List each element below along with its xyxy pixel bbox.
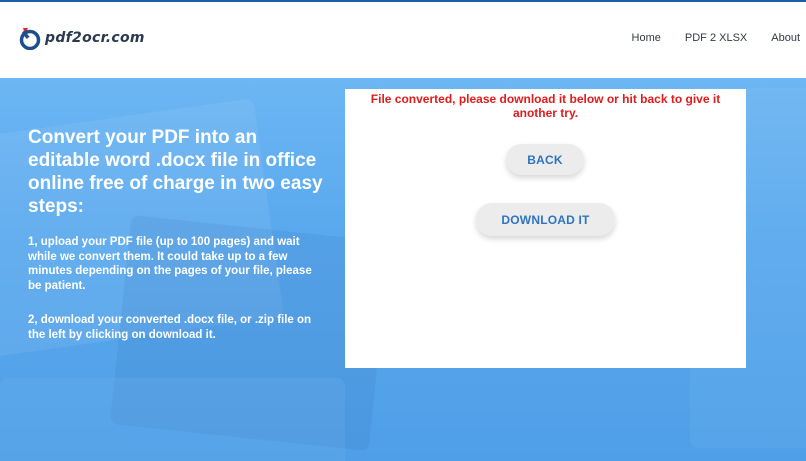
main-nav: Home PDF 2 XLSX About — [632, 30, 806, 46]
nav-item-home[interactable]: Home — [632, 32, 661, 44]
hero-heading: Convert your PDF into an editable word .… — [28, 127, 323, 217]
hero-step-1: 1, upload your PDF file (up to 100 pages… — [28, 236, 312, 292]
nav-item-pdf-2-xlsx[interactable]: PDF 2 XLSX — [685, 32, 747, 44]
conversion-status-message: File converted, please download it below… — [370, 92, 721, 120]
pdf2ocr-logo-icon — [19, 28, 41, 50]
nav-item-about[interactable]: About — [771, 32, 800, 44]
download-button[interactable]: DOWNLOAD IT — [476, 203, 615, 236]
back-button[interactable]: BACK — [506, 144, 584, 175]
conversion-result-panel: File converted, please download it below… — [345, 89, 746, 368]
hero-step-2: 2, download your converted .docx file, o… — [28, 314, 312, 341]
site-logo[interactable]: pdf2ocr.com — [18, 25, 145, 51]
logo-text: pdf2ocr.com — [45, 30, 145, 46]
hero-background-shape — [0, 378, 345, 461]
site-header: pdf2ocr.com Home PDF 2 XLSX About — [0, 2, 806, 78]
